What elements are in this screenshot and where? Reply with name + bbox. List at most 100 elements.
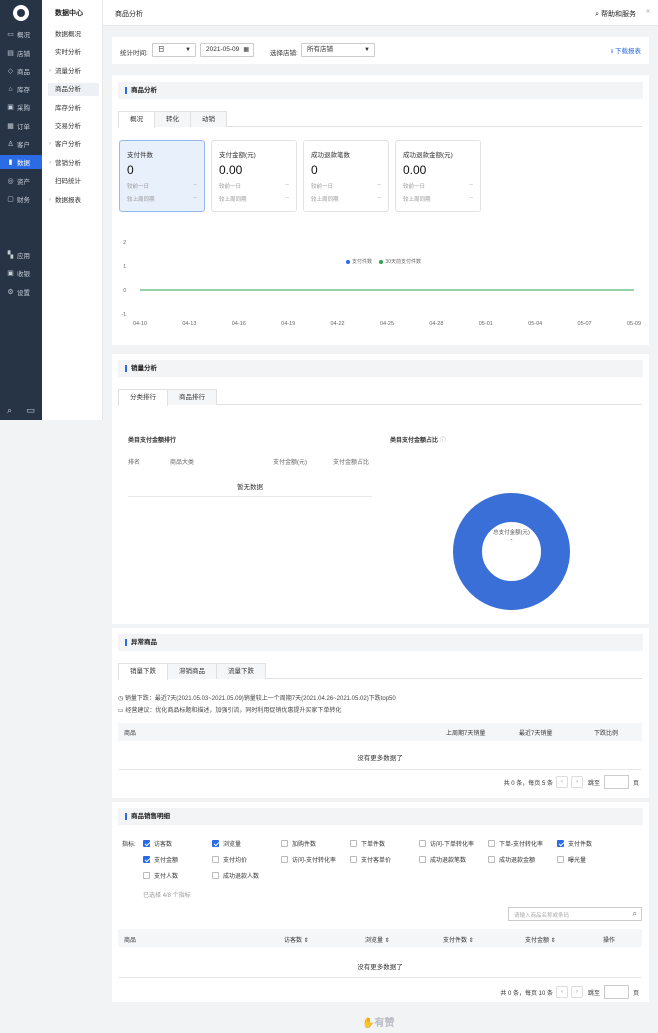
tab-3[interactable]: 动销: [190, 111, 227, 127]
metric-checkbox[interactable]: 支付件数: [557, 839, 592, 848]
col-paid-amount[interactable]: 支付金额 ⇕: [525, 935, 556, 944]
col-visitors[interactable]: 访客数 ⇕: [284, 935, 309, 944]
metric-checkbox[interactable]: 成功退款笔数: [419, 855, 466, 864]
tab-2[interactable]: 转化: [154, 111, 191, 127]
metric-checkbox[interactable]: 访客数: [143, 839, 172, 848]
message-icon[interactable]: ▭: [26, 405, 35, 416]
metric-checkbox[interactable]: 支付人数: [143, 871, 178, 880]
subnav-item-label: 客户分析: [55, 141, 81, 149]
rail-item-10[interactable]: ▢ 财务: [0, 192, 42, 206]
subnav-item-2[interactable]: 实时分析: [48, 46, 99, 59]
y-tick-label: 1: [123, 264, 126, 270]
next-page-button[interactable]: ›: [570, 776, 583, 788]
metric-checkbox[interactable]: 成功退款人数: [212, 871, 259, 880]
subnav-item-6[interactable]: 交易分析: [48, 120, 99, 133]
search-box[interactable]: 请输入商品名称或条码 ⌕: [508, 907, 642, 921]
section-title: 异常商品: [118, 634, 643, 651]
checkbox-icon: [281, 840, 288, 847]
search-icon[interactable]: ⌕: [7, 405, 12, 416]
date-picker[interactable]: 2021-05-09 ▦: [200, 43, 254, 57]
rail-item-2[interactable]: ▤ 店铺: [0, 46, 42, 60]
rail-item-6[interactable]: ▦ 订单: [0, 119, 42, 133]
metric-checkbox[interactable]: 支付客单价: [350, 855, 391, 864]
help-button[interactable]: ⌕ 帮助和服务: [595, 9, 636, 19]
subnav-item-8[interactable]: › 营销分析: [48, 157, 99, 170]
rail-item-7[interactable]: ♙ 客户: [0, 137, 42, 151]
subnav-item-label: 数据概况: [55, 31, 81, 38]
metric-checkbox[interactable]: 下单件数: [350, 839, 385, 848]
share-donut: [453, 493, 570, 610]
rail-item-8[interactable]: ▮ 数据: [0, 155, 42, 169]
subnav-item-10[interactable]: › 数据报表: [48, 194, 99, 207]
metric-checkbox[interactable]: 下单-支付转化率: [488, 839, 543, 848]
compare-value: --: [193, 182, 197, 188]
metric-checkbox[interactable]: 支付均价: [212, 855, 247, 864]
subnav-item-1[interactable]: 数据概况: [48, 28, 99, 41]
tile-value: 0: [127, 163, 134, 177]
rail-item-3[interactable]: ◇ 商品: [0, 64, 42, 78]
subnav-item-3[interactable]: › 流量分析: [48, 65, 99, 78]
metric-checkbox[interactable]: 浏览量: [212, 839, 241, 848]
subnav-item-4[interactable]: 商品分析: [48, 83, 99, 97]
rail-item-label: 商品: [17, 69, 30, 76]
tile-label: 支付金额(元): [219, 152, 256, 159]
next-page-button[interactable]: ›: [570, 986, 583, 998]
metric-checkbox-label: 下单-支付转化率: [499, 842, 543, 848]
help-label: 帮助和服务: [601, 11, 636, 18]
metric-tile[interactable]: 支付件数 0 较前一日 -- 较上周同期 --: [119, 140, 205, 212]
search-icon[interactable]: ⌕: [633, 909, 637, 919]
metric-label: 指标:: [122, 842, 136, 848]
metric-checkbox[interactable]: 成功退款金额: [488, 855, 535, 864]
overview-icon: ▭: [7, 30, 14, 38]
compare-label: 较前一日: [127, 184, 150, 190]
subnav-item-label: 营销分析: [55, 159, 81, 167]
compare-value: --: [377, 182, 381, 188]
prev-page-button[interactable]: ‹: [555, 986, 568, 998]
sales-detail-card: 商品销售明细 指标: 访客数 浏览量 加购件数 下单件数 访问-下单转化率 下单-支付转化…: [112, 802, 649, 1002]
col-pageviews[interactable]: 浏览量 ⇕: [365, 935, 390, 944]
rail-item-9[interactable]: ◎ 资产: [0, 174, 42, 188]
checkbox-icon: [143, 872, 150, 879]
rail-item-1[interactable]: ▭ 概况: [0, 27, 42, 41]
goto-page-input[interactable]: [603, 775, 629, 789]
tab-2[interactable]: 商品排行: [167, 389, 217, 405]
subnav-item-5[interactable]: 库存分析: [48, 102, 99, 115]
rail-bottom-item-3[interactable]: ⚙ 设置: [0, 285, 42, 299]
table-header: [118, 723, 642, 741]
metric-checkbox[interactable]: 访问-支付转化率: [281, 855, 336, 864]
period-select[interactable]: 日 ▼: [152, 43, 196, 57]
metric-checkbox[interactable]: 加购件数: [281, 839, 316, 848]
rail-item-4[interactable]: ⌂ 库存: [0, 82, 42, 96]
subnav-item-9[interactable]: 扫码统计: [48, 175, 99, 188]
rail-bottom-item-2[interactable]: ▣ 收银: [0, 266, 42, 280]
tab-1[interactable]: 销量下跌: [118, 663, 168, 680]
download-report-button[interactable]: ⭳ 下载报表: [611, 45, 641, 58]
metric-checkbox[interactable]: 访问-下单转化率: [419, 839, 474, 848]
tab-1[interactable]: 分类排行: [118, 389, 168, 406]
metric-tile[interactable]: 成功退款笔数 0 较前一日 -- 较上周同期 --: [303, 140, 389, 212]
customer-icon: ♙: [7, 140, 14, 148]
x-tick-label: 04-10: [133, 321, 147, 327]
tab-3[interactable]: 流量下跌: [216, 663, 266, 679]
brand-logo[interactable]: [13, 5, 29, 21]
goto-page-input[interactable]: [603, 985, 629, 999]
tab-2[interactable]: 滞销商品: [167, 663, 217, 679]
col-paid-items[interactable]: 支付件数 ⇕: [443, 935, 474, 944]
rail-item-5[interactable]: ▣ 采购: [0, 100, 42, 114]
metric-checkbox[interactable]: 曝光量: [557, 855, 586, 864]
store-select[interactable]: 所有店铺 ▼: [301, 43, 375, 57]
rail-item-label: 概况: [17, 32, 30, 39]
metric-checkbox[interactable]: 支付金额: [143, 855, 178, 864]
tab-1[interactable]: 概况: [118, 111, 155, 128]
info-icon[interactable]: ⓘ: [440, 438, 446, 444]
collapse-icon[interactable]: «: [646, 8, 650, 15]
rail-bottom-item-1[interactable]: ▚ 应用: [0, 248, 42, 262]
compare-value: --: [285, 182, 289, 188]
subnav-item-label: 流量分析: [55, 67, 81, 75]
prev-page-button[interactable]: ‹: [555, 776, 568, 788]
subnav-item-7[interactable]: › 客户分析: [48, 138, 99, 151]
metric-tile[interactable]: 支付金额(元) 0.00 较前一日 -- 较上周同期 --: [211, 140, 297, 212]
subnav-item-label: 扫码统计: [55, 178, 81, 186]
donut-ring: [453, 493, 570, 610]
metric-tile[interactable]: 成功退款金额(元) 0.00 较前一日 -- 较上周同期 --: [395, 140, 481, 212]
